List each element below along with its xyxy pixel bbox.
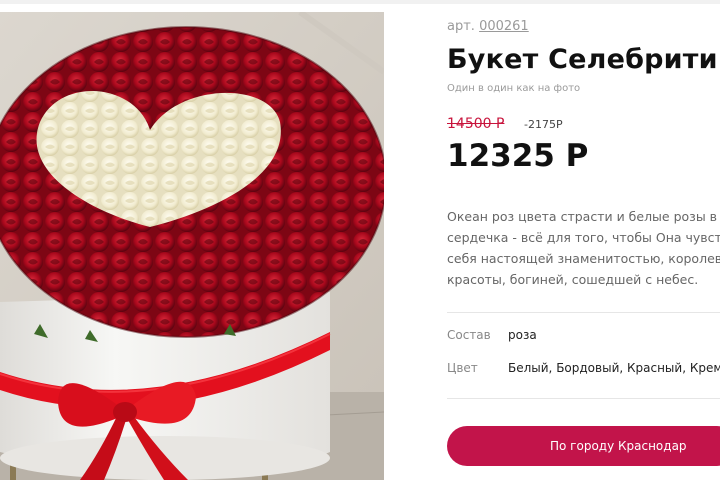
attr-color-value: Белый, Бордовый, Красный, Кремовы bbox=[508, 361, 720, 375]
bouquet-illustration bbox=[0, 12, 384, 480]
discount-amount: -2175Р bbox=[524, 118, 563, 131]
sku-code-link[interactable]: 000261 bbox=[479, 19, 529, 34]
product-subtitle: Один в один как на фото bbox=[447, 83, 581, 94]
current-price: 12325 Р bbox=[447, 138, 589, 174]
attr-color-label: Цвет bbox=[447, 361, 478, 375]
product-photo bbox=[0, 12, 384, 480]
delivery-city-button[interactable]: По городу Краснодар bbox=[447, 426, 720, 466]
product-details: арт. 000261 Букет Селебрити Один в один … bbox=[447, 0, 720, 480]
old-price: 14500 Р bbox=[447, 116, 505, 132]
divider bbox=[447, 398, 720, 399]
attr-composition-label: Состав bbox=[447, 328, 491, 342]
description-line: сердечка - всё для того, чтобы Она чувст… bbox=[447, 230, 720, 245]
description-line: себя настоящей знаменитостью, королевой bbox=[447, 251, 720, 266]
product-description: Океан роз цвета страсти и белые розы в с… bbox=[447, 206, 720, 290]
attr-composition-value: роза bbox=[508, 328, 537, 342]
product-title: Букет Селебрити bbox=[447, 44, 718, 75]
description-line: красоты, богиней, сошедшей с небес. bbox=[447, 272, 699, 287]
sku-line: арт. 000261 bbox=[447, 19, 529, 34]
description-line: Океан роз цвета страсти и белые розы в bbox=[447, 209, 718, 224]
divider bbox=[447, 312, 720, 313]
sku-prefix: арт. bbox=[447, 19, 475, 34]
